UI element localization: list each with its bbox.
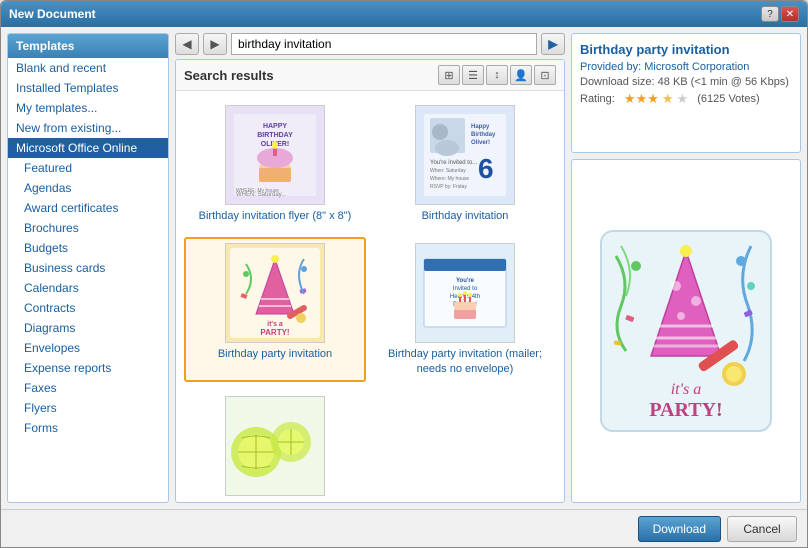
svg-text:You're: You're: [456, 278, 475, 284]
sidebar-header: Templates: [8, 34, 168, 58]
svg-text:it's a: it's a: [267, 321, 283, 328]
stars-half: ★: [662, 91, 674, 107]
template-label: Birthday party invitation (mailer; needs…: [380, 347, 550, 376]
template-item[interactable]: Happy Birthday Oliver! 6 You're invited …: [374, 99, 556, 229]
back-button[interactable]: ◀: [175, 33, 199, 55]
sidebar-item-blank-recent[interactable]: Blank and recent: [8, 58, 168, 78]
sidebar-item-ms-office-online[interactable]: Microsoft Office Online: [8, 138, 168, 158]
results-panel: Search results ⊞ ☰ ↕ 👤 ⊡: [175, 59, 565, 503]
results-grid: HAPPY BIRTHDAY OLIVER! WHEN: Saturday...: [176, 91, 564, 502]
detail-info: Birthday party invitation Provided by: M…: [571, 33, 801, 153]
detail-rating: Rating: ★★★★★ (6125 Votes): [580, 91, 792, 107]
template-label: Birthday invitation: [422, 209, 509, 223]
forward-button[interactable]: ▶: [203, 33, 227, 55]
help-button[interactable]: ?: [761, 6, 779, 22]
svg-text:HAPPY: HAPPY: [263, 123, 287, 130]
preview-box: it's a PARTY!: [571, 159, 801, 503]
svg-text:PARTY!: PARTY!: [649, 399, 722, 421]
detail-provider: Provided by: Microsoft Corporation: [580, 61, 792, 73]
sidebar-item-faxes[interactable]: Faxes: [8, 378, 168, 398]
svg-text:RSVP by: Friday: RSVP by: Friday: [430, 184, 467, 190]
preview-svg: it's a PARTY!: [596, 226, 776, 436]
svg-text:BIRTHDAY: BIRTHDAY: [257, 132, 293, 139]
template-item[interactable]: it's a PARTY! Birthday party invitation: [184, 237, 366, 382]
options-button[interactable]: ⊡: [534, 65, 556, 85]
window-title: New Document: [9, 7, 96, 21]
svg-text:When: Saturday: When: Saturday: [430, 168, 466, 174]
right-panel: Birthday party invitation Provided by: M…: [571, 33, 801, 503]
new-document-window: New Document ? ✕ Templates Blank and rec…: [0, 0, 808, 548]
download-button[interactable]: Download: [638, 516, 721, 542]
template-item[interactable]: You're Invited to Henry's 4th Birthday!: [374, 237, 556, 382]
template-thumb: it's a PARTY!: [225, 243, 325, 343]
template-thumb: HAPPY BIRTHDAY OLIVER! WHEN: Saturday...: [225, 105, 325, 205]
view-list-button[interactable]: ☰: [462, 65, 484, 85]
sidebar-item-forms[interactable]: Forms: [8, 418, 168, 438]
sidebar-item-budgets[interactable]: Budgets: [8, 238, 168, 258]
sidebar-scroll[interactable]: Blank and recentInstalled TemplatesMy te…: [8, 58, 168, 502]
sidebar-item-expense-reports[interactable]: Expense reports: [8, 358, 168, 378]
sidebar: Templates Blank and recentInstalled Temp…: [7, 33, 169, 503]
sidebar-item-award-certificates[interactable]: Award certificates: [8, 198, 168, 218]
svg-text:it's a: it's a: [671, 381, 702, 398]
sidebar-item-installed-templates[interactable]: Installed Templates: [8, 78, 168, 98]
template-label: Citrus birthday invitation: [216, 500, 333, 502]
stars-filled: ★★★: [624, 91, 659, 107]
sidebar-item-flyers[interactable]: Flyers: [8, 398, 168, 418]
middle-panel: ◀ ▶ ▶ Search results ⊞ ☰ ↕ 👤 ⊡: [175, 33, 565, 503]
sort-button[interactable]: ↕: [486, 65, 508, 85]
content-area: Templates Blank and recentInstalled Temp…: [1, 27, 807, 509]
filter-button[interactable]: 👤: [510, 65, 532, 85]
search-input[interactable]: [231, 33, 537, 55]
sidebar-item-contracts[interactable]: Contracts: [8, 298, 168, 318]
svg-text:WHERE: My house: WHERE: My house: [236, 188, 279, 194]
cancel-button[interactable]: Cancel: [727, 516, 797, 542]
sidebar-item-my-templates[interactable]: My templates...: [8, 98, 168, 118]
sidebar-item-business-cards[interactable]: Business cards: [8, 258, 168, 278]
svg-text:6: 6: [478, 153, 494, 184]
search-go-button[interactable]: ▶: [541, 33, 565, 55]
template-label: Birthday party invitation: [218, 347, 332, 361]
template-thumb: Happy Birthday Oliver! 6 You're invited …: [415, 105, 515, 205]
results-toolbar: ⊞ ☰ ↕ 👤 ⊡: [438, 65, 556, 85]
results-header: Search results ⊞ ☰ ↕ 👤 ⊡: [176, 60, 564, 91]
sidebar-item-envelopes[interactable]: Envelopes: [8, 338, 168, 358]
window-controls: ? ✕: [761, 6, 799, 22]
template-thumb: You're Invited to Henry's 4th Birthday!: [415, 243, 515, 343]
svg-text:Birthday: Birthday: [471, 132, 496, 138]
sidebar-item-diagrams[interactable]: Diagrams: [8, 318, 168, 338]
template-item[interactable]: Citrus birthday invitation: [184, 390, 366, 502]
svg-text:You're invited to...: You're invited to...: [430, 160, 478, 166]
title-bar: New Document ? ✕: [1, 1, 807, 27]
template-label: Birthday invitation flyer (8" x 8"): [199, 209, 352, 223]
search-bar: ◀ ▶ ▶: [175, 33, 565, 55]
sidebar-item-agendas[interactable]: Agendas: [8, 178, 168, 198]
svg-text:PARTY!: PARTY!: [260, 328, 289, 337]
template-thumb: [225, 396, 325, 496]
detail-title: Birthday party invitation: [580, 42, 792, 57]
detail-size: Download size: 48 KB (<1 min @ 56 Kbps): [580, 76, 792, 88]
svg-text:Where: My house: Where: My house: [430, 176, 469, 182]
sidebar-item-new-from-existing[interactable]: New from existing...: [8, 118, 168, 138]
close-button[interactable]: ✕: [781, 6, 799, 22]
results-title: Search results: [184, 68, 274, 83]
sidebar-item-calendars[interactable]: Calendars: [8, 278, 168, 298]
view-grid-button[interactable]: ⊞: [438, 65, 460, 85]
svg-text:Oliver!: Oliver!: [471, 140, 490, 146]
sidebar-item-featured[interactable]: Featured: [8, 158, 168, 178]
template-item[interactable]: HAPPY BIRTHDAY OLIVER! WHEN: Saturday...: [184, 99, 366, 229]
stars-empty: ★: [677, 91, 689, 107]
bottom-bar: Download Cancel: [1, 509, 807, 547]
sidebar-item-brochures[interactable]: Brochures: [8, 218, 168, 238]
svg-text:Happy: Happy: [471, 124, 490, 130]
